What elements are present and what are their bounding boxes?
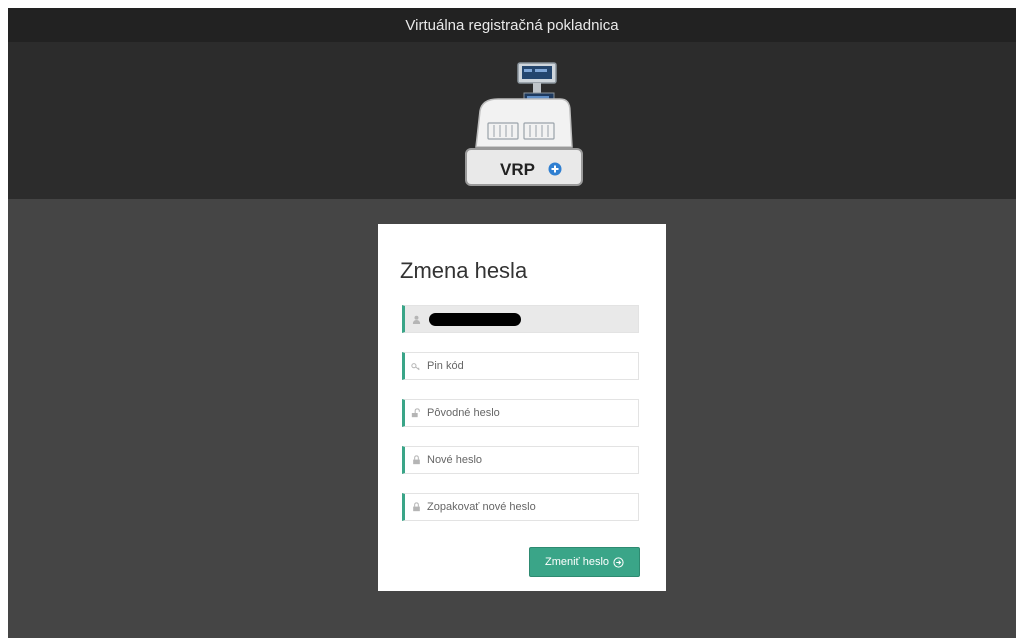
new-password-input[interactable] xyxy=(427,454,627,466)
logo-text: VRP xyxy=(500,160,535,179)
unlock-icon xyxy=(405,400,427,426)
change-password-button[interactable]: Zmeniť heslo xyxy=(529,547,640,577)
change-password-button-label: Zmeniť heslo xyxy=(544,556,610,568)
key-icon xyxy=(405,353,427,379)
pin-code-input[interactable] xyxy=(427,360,627,372)
repeat-password-input[interactable] xyxy=(427,501,627,513)
lock-icon xyxy=(405,447,427,473)
repeat-password-field[interactable] xyxy=(402,493,639,521)
user-icon xyxy=(405,306,427,332)
lock-icon xyxy=(405,494,427,520)
cash-register-logo: VRP xyxy=(465,62,583,186)
pin-code-field[interactable] xyxy=(402,352,639,380)
header-banner: VRP xyxy=(8,42,1016,199)
arrow-right-circle-icon xyxy=(613,556,624,568)
change-password-card: Zmena hesla Zmeniť heslo xyxy=(378,224,666,591)
redacted-username xyxy=(429,312,521,326)
old-password-field[interactable] xyxy=(402,399,639,427)
app-title: Virtuálna registračná pokladnica xyxy=(405,16,619,34)
app-title-bar: Virtuálna registračná pokladnica xyxy=(8,8,1016,42)
app-frame: Virtuálna registračná pokladnica VRP Zme… xyxy=(8,8,1016,638)
old-password-input[interactable] xyxy=(427,407,627,419)
username-field xyxy=(402,305,639,333)
form-title: Zmena hesla xyxy=(400,258,528,283)
new-password-field[interactable] xyxy=(402,446,639,474)
